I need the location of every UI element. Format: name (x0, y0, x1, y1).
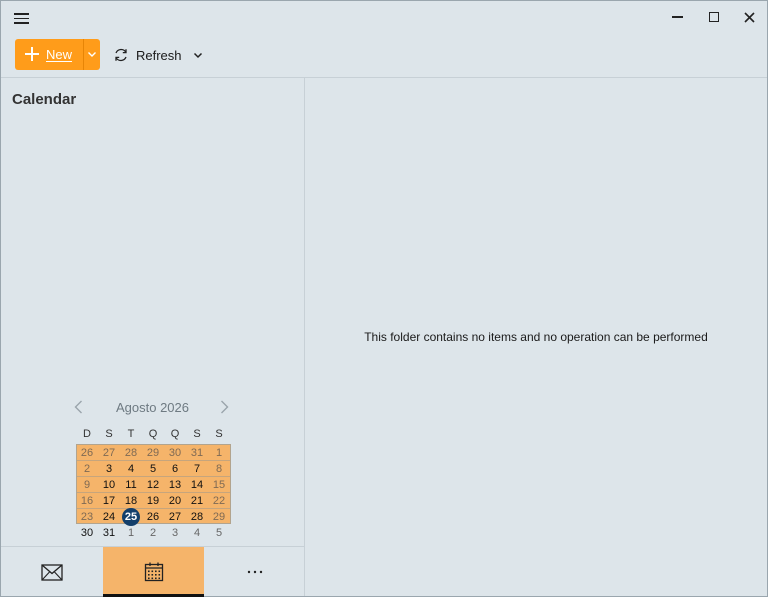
calendar-day[interactable]: 12 (142, 477, 164, 493)
calendar-day[interactable]: 28 (120, 445, 142, 461)
new-dropdown-chevron-icon[interactable] (86, 48, 98, 60)
calendar-day[interactable]: 2 (142, 525, 164, 541)
refresh-icon (115, 48, 127, 62)
calendar-day[interactable]: 29 (142, 445, 164, 461)
calendar-day[interactable]: 15 (208, 477, 230, 493)
calendar-day[interactable]: 27 (164, 509, 186, 525)
mail-module-button[interactable] (1, 547, 102, 597)
calendar-day[interactable]: 30 (164, 445, 186, 461)
weekday-header: S (215, 428, 223, 440)
close-icon (743, 11, 755, 23)
calendar-day[interactable]: 14 (186, 477, 208, 493)
calendar-day[interactable]: 5 (142, 461, 164, 477)
weekday-header: D (83, 428, 91, 440)
split-divider (83, 39, 84, 70)
calendar-day[interactable]: 6 (164, 461, 186, 477)
calendar-day[interactable]: 29 (208, 509, 230, 525)
new-button-label: New (46, 47, 73, 62)
calendar-day[interactable]: 28 (186, 509, 208, 525)
calendar-day[interactable]: 1 (120, 525, 142, 541)
calendar-day[interactable]: 13 (164, 477, 186, 493)
more-modules-button[interactable] (204, 547, 305, 597)
calendar-day[interactable]: 17 (98, 493, 120, 509)
calendar-day[interactable]: 19 (142, 493, 164, 509)
sidebar-title: Calendar (12, 91, 77, 108)
minimize-button[interactable] (667, 7, 687, 27)
calendar-day[interactable]: 31 (186, 445, 208, 461)
module-switcher (1, 546, 304, 597)
calendar-day[interactable]: 22 (208, 493, 230, 509)
weekday-header: Q (170, 428, 180, 440)
calendar-day-today[interactable]: 25 (120, 509, 142, 525)
calendar-day[interactable]: 4 (120, 461, 142, 477)
maximize-icon (709, 12, 719, 22)
calendar-day[interactable]: 4 (186, 525, 208, 541)
calendar-day[interactable]: 8 (208, 461, 230, 477)
calendar-sidebar: Calendar Agosto 2026 DSTQQSS 26 27 28 29 30 3… (1, 78, 304, 596)
weekday-header: T (127, 428, 135, 440)
calendar-day[interactable]: 11 (120, 477, 142, 493)
calendar-module-button[interactable] (103, 547, 204, 597)
calendar-grid-icon (144, 562, 163, 582)
title-bar (1, 1, 767, 33)
weekday-header: S (105, 428, 113, 440)
calendar-day[interactable]: 7 (186, 461, 208, 477)
calendar-day[interactable]: 27 (98, 445, 120, 461)
month-navigator: Agosto 2026 (1, 398, 304, 418)
calendar-day[interactable]: 16 (76, 493, 98, 509)
calendar-day[interactable]: 3 (164, 525, 186, 541)
calendar-day[interactable]: 23 (76, 509, 98, 525)
refresh-dropdown-chevron-icon[interactable] (192, 49, 204, 61)
refresh-button[interactable]: Refresh (113, 43, 204, 67)
hamburger-menu-icon[interactable] (14, 11, 30, 25)
calendar-day[interactable]: 31 (98, 525, 120, 541)
maximize-button[interactable] (704, 7, 724, 27)
previous-month-chevron-icon[interactable] (71, 399, 87, 415)
plus-icon (25, 47, 39, 61)
empty-folder-message: This folder contains no items and no ope… (364, 330, 708, 344)
app-window: New Refresh Calendar Agosto 2026 D S T QQ S S (0, 0, 768, 597)
minimize-icon (671, 16, 683, 18)
calendar-day[interactable]: 21 (186, 493, 208, 509)
calendar-day[interactable]: 2 (76, 461, 98, 477)
next-month-chevron-icon[interactable] (216, 399, 232, 415)
close-button[interactable] (739, 7, 759, 27)
calendar-day[interactable]: 10 (98, 477, 120, 493)
calendar-day[interactable]: 24 (98, 509, 120, 525)
refresh-button-label: Refresh (136, 47, 182, 63)
month-label[interactable]: Agosto 2026 (101, 400, 204, 415)
mail-envelope-icon (40, 563, 63, 581)
weekday-header: Q (148, 428, 158, 440)
more-ellipsis-icon (247, 570, 262, 574)
weekday-header: S (193, 428, 201, 440)
calendar-day[interactable]: 3 (98, 461, 120, 477)
calendar-day[interactable]: 18 (120, 493, 142, 509)
calendar-day[interactable]: 26 (76, 445, 98, 461)
calendar-day[interactable]: 1 (208, 445, 230, 461)
calendar-day[interactable]: 30 (76, 525, 98, 541)
calendar-day[interactable]: 26 (142, 509, 164, 525)
calendar-day[interactable]: 9 (76, 477, 98, 493)
new-button[interactable]: New (15, 39, 100, 70)
calendar-day[interactable]: 5 (208, 525, 230, 541)
calendar-day[interactable]: 20 (164, 493, 186, 509)
